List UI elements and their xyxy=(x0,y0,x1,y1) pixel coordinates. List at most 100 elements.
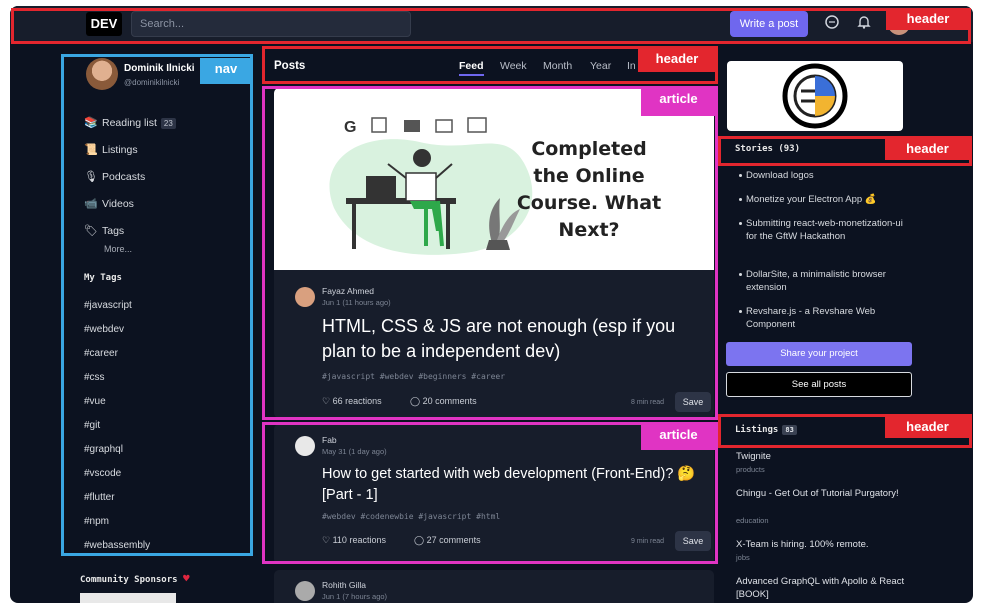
posts-title: Posts xyxy=(274,60,306,72)
sponsors-label: Community Sponsors xyxy=(80,575,178,585)
tag-link[interactable]: #webassembly xyxy=(84,540,150,551)
listings-count-badge: 83 xyxy=(782,425,797,435)
scroll-icon: 📜 xyxy=(84,144,98,156)
comment-icon: ◯ xyxy=(410,396,421,406)
avatar xyxy=(86,58,118,90)
camera-icon: 📹 xyxy=(84,198,98,210)
save-button[interactable]: Save xyxy=(675,531,711,551)
sidebar-item-podcasts[interactable]: 🎙 Podcasts xyxy=(84,170,145,184)
user-handle: @dominikilnicki xyxy=(124,78,180,87)
dev-logo[interactable]: DEV xyxy=(86,12,122,36)
listing-category: jobs xyxy=(736,553,750,562)
search-input[interactable]: Search... xyxy=(131,11,411,37)
comment-icon: ◯ xyxy=(414,535,425,545)
tag-link[interactable]: #vscode xyxy=(84,468,121,479)
posts-header-annotation-label: header xyxy=(638,48,716,72)
post-date: Jun 1 (7 hours ago) xyxy=(322,592,388,601)
author-name[interactable]: Fayaz Ahmed xyxy=(322,286,374,296)
author-name[interactable]: Rohith Gilla xyxy=(322,580,366,590)
tab-week[interactable]: Week xyxy=(500,60,527,72)
tab-feed[interactable]: Feed xyxy=(459,60,484,76)
comments-link[interactable]: ◯ 20 comments xyxy=(410,396,477,407)
article-card[interactable]: G Completed the Online Course. What Next… xyxy=(274,88,714,418)
svg-text:G: G xyxy=(344,119,356,136)
article-card[interactable]: Rohith Gilla Jun 1 (7 hours ago) xyxy=(274,570,714,603)
tag-link[interactable]: #vue xyxy=(84,396,106,407)
left-nav: Dominik Ilnicki @dominikilnicki 📚 Reading… xyxy=(62,54,250,554)
microphone-icon: 🎙 xyxy=(84,171,98,183)
tag-link[interactable]: #git xyxy=(84,420,100,431)
avatar[interactable] xyxy=(295,436,315,456)
header-annotation-label: header xyxy=(886,8,970,30)
sidebar-item-tags[interactable]: 🏷 Tags xyxy=(84,224,124,238)
nav-annotation-label: nav xyxy=(200,58,252,84)
reactions-link[interactable]: ♡ 66 reactions xyxy=(322,396,382,407)
story-link[interactable]: Revshare.js - a Revshare Web Component xyxy=(739,305,911,331)
brand-logo-card[interactable] xyxy=(727,61,903,131)
reading-list-count: 23 xyxy=(160,118,176,129)
article-annotation-label: article xyxy=(641,88,716,116)
listing-link[interactable]: Chingu - Get Out of Tutorial Purgatory! xyxy=(736,487,911,500)
comments-link[interactable]: ◯ 27 comments xyxy=(414,535,481,546)
sidebar-item-reading-list[interactable]: 📚 Reading list 23 xyxy=(84,116,176,130)
cover-headline: Completed the Online Course. What Next? xyxy=(516,138,662,241)
listings-label: Listings xyxy=(735,425,779,435)
reactions-link[interactable]: ♡ 110 reactions xyxy=(322,535,386,546)
article-title[interactable]: How to get started with web development … xyxy=(322,464,712,506)
bell-icon[interactable] xyxy=(854,14,874,34)
listing-link[interactable]: X-Team is hiring. 100% remote. xyxy=(736,538,911,551)
read-time: 9 min read xyxy=(631,538,665,545)
post-date: May 31 (1 day ago) xyxy=(322,447,387,456)
sidebar-item-listings[interactable]: 📜 Listings xyxy=(84,143,138,157)
tag-link[interactable]: #career xyxy=(84,348,118,359)
avatar[interactable] xyxy=(295,287,315,307)
story-link[interactable]: Monetize your Electron App 💰 xyxy=(739,193,911,206)
see-all-posts-button[interactable]: See all posts xyxy=(726,372,912,397)
heart-icon: ♡ xyxy=(322,535,331,545)
sidebar-item-label: Reading list xyxy=(102,117,157,129)
story-link[interactable]: DollarSite, a minimalistic browser exten… xyxy=(739,268,911,294)
avatar[interactable] xyxy=(295,581,315,601)
tab-month[interactable]: Month xyxy=(543,60,572,72)
tag-link[interactable]: #webdev xyxy=(84,324,124,335)
author-name[interactable]: Fab xyxy=(322,435,337,445)
listing-link[interactable]: Twignite xyxy=(736,450,911,463)
listing-link[interactable]: Advanced GraphQL with Apollo & React [BO… xyxy=(736,575,911,601)
post-date: Jun 1 (11 hours ago) xyxy=(322,298,391,307)
comments-count: 27 comments xyxy=(426,535,481,545)
listing-category: products xyxy=(736,465,765,474)
tab-year[interactable]: Year xyxy=(590,60,611,72)
reactions-count: 66 reactions xyxy=(332,396,382,406)
article-annotation-label: article xyxy=(641,424,716,450)
tab-infinity[interactable]: Infinity xyxy=(627,60,635,72)
chat-icon[interactable] xyxy=(822,14,842,34)
heart-icon: ♥ xyxy=(182,572,190,585)
sidebar-item-label: Listings xyxy=(102,144,138,156)
listing-category: education xyxy=(736,516,769,525)
stories-header-annotation-label: header xyxy=(885,138,970,160)
article-title[interactable]: HTML, CSS & JS are not enough (esp if yo… xyxy=(322,314,702,364)
share-project-button[interactable]: Share your project xyxy=(726,342,912,366)
sponsor-banner[interactable] xyxy=(80,593,176,603)
article-tags[interactable]: #javascript #webdev #beginners #career xyxy=(322,372,505,381)
comments-count: 20 comments xyxy=(422,396,477,406)
story-link[interactable]: Submitting react-web-monetization-ui for… xyxy=(739,217,911,243)
stories-heading: Stories (93) xyxy=(735,144,801,154)
article-tags[interactable]: #webdev #codenewbie #javascript #html xyxy=(322,512,500,521)
save-button[interactable]: Save xyxy=(675,392,711,412)
tag-link[interactable]: #flutter xyxy=(84,492,115,503)
tag-link[interactable]: #javascript xyxy=(84,300,132,311)
reactions-count: 110 reactions xyxy=(332,535,386,545)
top-bar: DEV Search... Write a post xyxy=(10,6,973,42)
sidebar-item-videos[interactable]: 📹 Videos xyxy=(84,197,134,211)
write-post-button[interactable]: Write a post xyxy=(730,11,808,37)
more-link[interactable]: More... xyxy=(104,244,132,254)
my-tags-heading: My Tags xyxy=(84,273,122,283)
community-sponsors-heading: Community Sponsors ♥ xyxy=(80,572,190,585)
story-link[interactable]: Download logos xyxy=(739,169,911,182)
app-window: DEV Search... Write a post Dominik Ilnic… xyxy=(10,6,973,603)
tag-link[interactable]: #css xyxy=(84,372,105,383)
tag-link[interactable]: #npm xyxy=(84,516,109,527)
heart-icon: ♡ xyxy=(322,396,331,406)
tag-link[interactable]: #graphql xyxy=(84,444,123,455)
